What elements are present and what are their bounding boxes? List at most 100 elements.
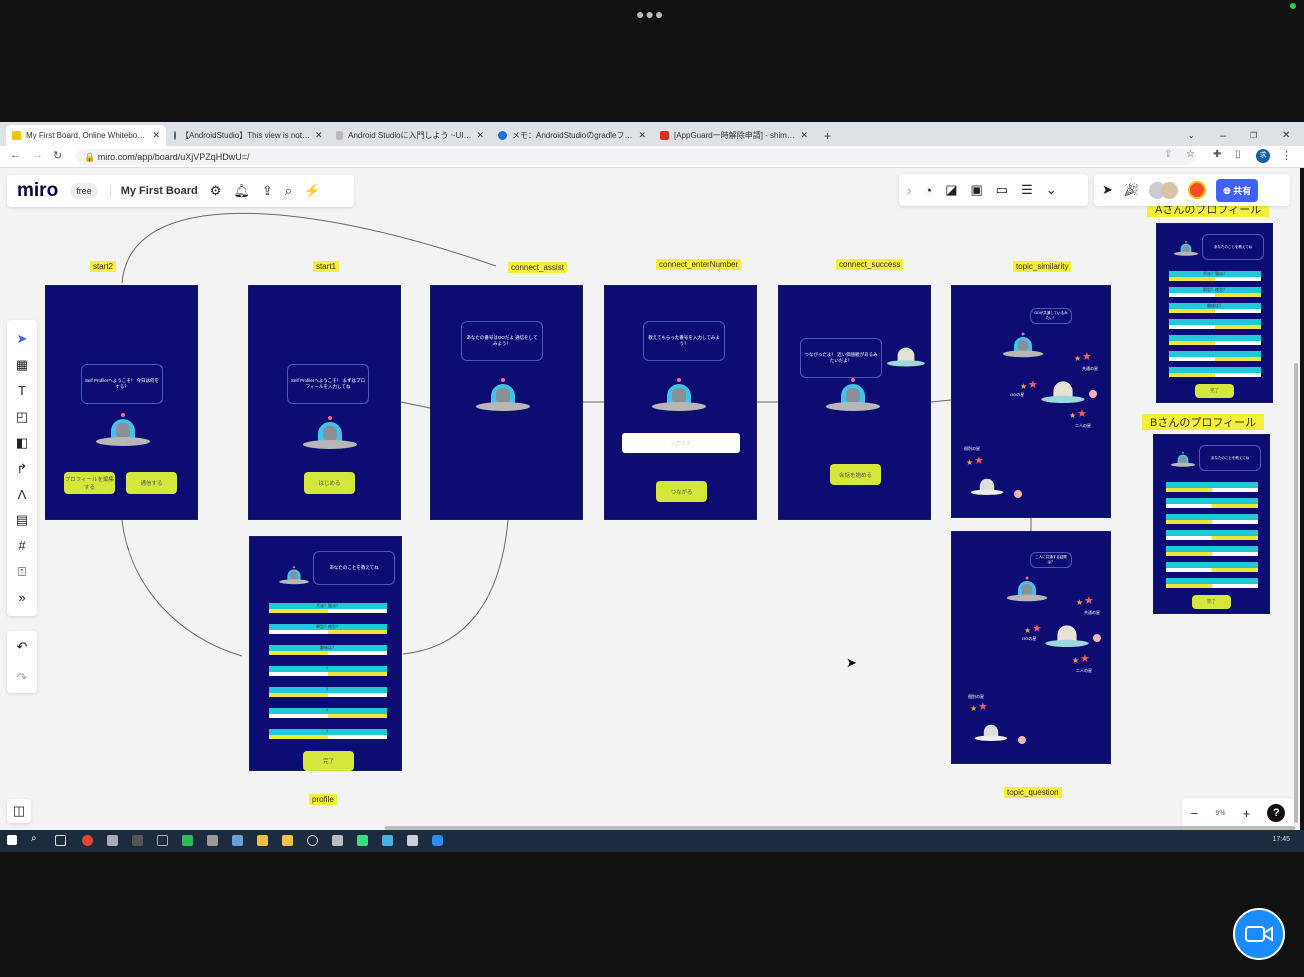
app-icon[interactable] <box>332 835 343 846</box>
chat-app-icon[interactable] <box>182 835 193 846</box>
frame-profile[interactable]: あなたのことを教えてね 犬派？猫派？ 朝型？夜型？ 趣味は？ ？ ？ ？ ？ 完了 <box>249 536 402 771</box>
more-chevrons-icon[interactable]: ⌄ <box>1046 182 1057 198</box>
upload-export-icon[interactable]: ⇪ <box>262 183 273 199</box>
zoom-app-icon[interactable] <box>432 835 443 846</box>
share-page-icon[interactable]: ⇪ <box>1164 149 1172 160</box>
sticky-note-icon[interactable]: ◰ <box>16 409 28 425</box>
celebrate-icon[interactable]: 🎉︎ <box>1123 182 1140 198</box>
question-slider[interactable] <box>1169 335 1261 346</box>
app-icon[interactable] <box>307 835 318 846</box>
slider-track[interactable] <box>269 672 387 676</box>
app-icon[interactable] <box>257 835 268 846</box>
slider-track[interactable] <box>1166 568 1258 572</box>
frame-label[interactable]: connect_assist <box>508 262 567 273</box>
frame-connect-enter-number[interactable]: 教えてもらった番号を入力してみよう！ 入力する つながる <box>604 285 757 520</box>
templates-icon[interactable]: ▦ <box>16 357 28 373</box>
forward-icon[interactable]: → <box>32 149 43 161</box>
frame-label[interactable]: start2 <box>90 261 117 272</box>
slider-track[interactable] <box>269 609 387 613</box>
frame-label[interactable]: connect_enterNumber <box>656 259 742 270</box>
frame-b-profile[interactable]: あなたのことを教えてね 完了 <box>1153 434 1270 614</box>
frame-connect-assist[interactable]: あなたの番号はOOだよ 通信をしてみよう！ <box>430 285 583 520</box>
question-slider[interactable]: ？ <box>269 666 387 677</box>
tab-androidstudio-intro[interactable]: Android Studioに入門しよう ~UI… ✕ <box>330 125 490 146</box>
board-name[interactable]: My First Board <box>109 185 198 197</box>
redo-icon[interactable]: ↷ <box>17 670 28 686</box>
restore-button[interactable]: ❐ <box>1244 125 1263 146</box>
profile-avatar[interactable]: 求 <box>1256 149 1270 163</box>
task-view-icon[interactable] <box>55 835 66 846</box>
close-window-button[interactable]: ✕ <box>1276 125 1296 146</box>
question-slider[interactable] <box>1166 530 1258 541</box>
connect-button[interactable]: つながる <box>656 481 707 502</box>
app-icon[interactable] <box>107 835 118 846</box>
slider-track[interactable] <box>1166 584 1258 588</box>
back-icon[interactable]: ← <box>10 149 21 161</box>
question-slider[interactable]: 朝型？夜型？ <box>1169 287 1261 298</box>
slider-track[interactable] <box>1169 325 1261 329</box>
frame-label[interactable]: profile <box>309 794 337 805</box>
tab-gmail[interactable]: [AppGuard一時解除申請] - shim… ✕ <box>654 125 814 146</box>
question-slider[interactable] <box>1169 319 1261 330</box>
start-conversation-button[interactable]: 会話を始める <box>830 464 881 485</box>
frame-label[interactable]: start1 <box>313 261 340 272</box>
slider-track[interactable] <box>269 714 387 718</box>
frame-topic-similarity[interactable]: OOが共通しているみたい！ ★ ★ 共通の星 ★ ★ OOの星 ★ ★ 二人の星 個別… <box>951 285 1111 518</box>
extensions-icon[interactable]: ✚ <box>1213 149 1221 160</box>
reload-icon[interactable]: ↻ <box>53 149 62 162</box>
tab-miro[interactable]: My First Board, Online Whitebo… ✕ <box>6 125 166 146</box>
question-slider[interactable]: 趣味は？ <box>1169 303 1261 314</box>
calculator-app-icon[interactable] <box>207 835 218 846</box>
slider-track[interactable] <box>1169 341 1261 345</box>
select-cursor-icon[interactable]: ➤ <box>17 331 28 347</box>
app-icon[interactable] <box>407 835 418 846</box>
question-slider[interactable] <box>1166 514 1258 525</box>
shapes-icon[interactable]: ◧ <box>16 435 28 451</box>
slider-track[interactable] <box>1166 520 1258 524</box>
tab-memo[interactable]: メモ：AndroidStudioのgradleフ… ✕ <box>492 125 652 146</box>
undo-icon[interactable]: ↶ <box>17 639 28 655</box>
notes-icon[interactable]: ☰ <box>1021 182 1033 198</box>
done-button[interactable]: 完了 <box>1195 384 1234 398</box>
new-tab-button[interactable]: + <box>818 125 838 146</box>
question-slider[interactable] <box>1166 578 1258 589</box>
question-slider[interactable]: 犬派？猫派？ <box>269 603 387 614</box>
question-slider[interactable]: ？ <box>269 729 387 740</box>
browser-menu-icon[interactable]: ⋮ <box>1281 149 1292 162</box>
slider-track[interactable] <box>269 651 387 655</box>
connection-line-icon[interactable]: ↱ <box>17 461 28 477</box>
board-panel-toggle[interactable]: ◫ <box>7 799 31 823</box>
start-button[interactable]: はじめる <box>304 472 355 494</box>
file-explorer-icon[interactable] <box>282 835 293 846</box>
windows-start-icon[interactable] <box>7 835 17 845</box>
help-button[interactable]: ? <box>1267 804 1286 822</box>
question-slider[interactable]: 朝型？夜型？ <box>269 624 387 635</box>
window-menu-dots[interactable]: ●●● <box>636 6 664 22</box>
close-tab-icon[interactable]: ✕ <box>315 130 323 141</box>
presentation-icon[interactable]: ▭ <box>996 182 1008 198</box>
question-slider[interactable]: ？ <box>269 708 387 719</box>
question-slider[interactable] <box>1169 367 1261 378</box>
miro-board-canvas[interactable]: start2 Self Profilerへようこそ！ 今日は何をする？ プロフィ… <box>0 168 1300 830</box>
question-slider[interactable]: 犬派？猫派？ <box>1169 271 1261 282</box>
text-icon[interactable]: T <box>18 383 26 398</box>
edit-profile-button[interactable]: プロフィールを編集する <box>64 472 115 494</box>
frame-icon[interactable]: # <box>18 538 25 553</box>
app-icon[interactable] <box>232 835 243 846</box>
question-slider[interactable]: 趣味は？ <box>269 645 387 656</box>
close-tab-icon[interactable]: ✕ <box>638 130 646 141</box>
vertical-scrollbar[interactable] <box>1294 363 1298 823</box>
slider-track[interactable] <box>269 693 387 697</box>
zoom-video-button[interactable] <box>1233 908 1285 960</box>
settings-gear-icon[interactable]: ⚙ <box>210 183 222 199</box>
miro-logo[interactable]: miro <box>17 180 58 202</box>
search-icon[interactable]: ⌕ <box>31 833 42 844</box>
integrations-icon[interactable]: ⚡ <box>304 183 320 199</box>
cursor-reactions-icon[interactable]: ➤ <box>1102 182 1113 198</box>
plan-badge[interactable]: free <box>70 183 98 199</box>
done-button[interactable]: 完了 <box>303 751 354 771</box>
question-slider[interactable] <box>1169 351 1261 362</box>
frame-label[interactable]: topic_question <box>1004 787 1062 798</box>
calendar-icon[interactable]: ▣ <box>971 182 983 198</box>
frame-connect-success[interactable]: つながったよ！ 近い価値観があるみたいだよ！ 会話を始める <box>778 285 931 520</box>
